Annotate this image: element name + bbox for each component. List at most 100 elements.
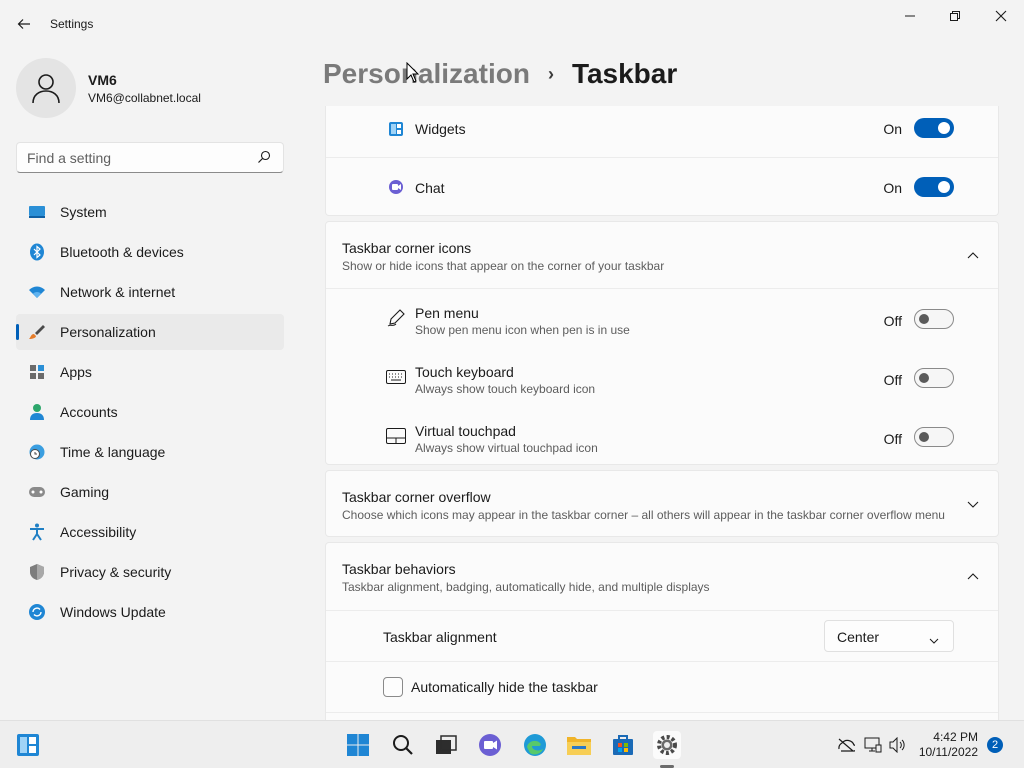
widgets-taskbar-icon[interactable] xyxy=(14,731,42,759)
widgets-state: On xyxy=(883,121,902,137)
title-bar: Settings xyxy=(0,0,1024,48)
sidebar-item-windows-update[interactable]: Windows Update xyxy=(16,594,284,630)
file-explorer-icon[interactable] xyxy=(565,731,593,759)
chat-toggle[interactable] xyxy=(914,177,954,197)
virtual-touchpad-row: Virtual touchpad Always show virtual tou… xyxy=(326,407,998,466)
chat-row: Chat On xyxy=(326,158,998,216)
search-box[interactable] xyxy=(16,142,284,173)
sidebar-item-label: Windows Update xyxy=(60,604,166,620)
sidebar-item-bluetooth[interactable]: Bluetooth & devices xyxy=(16,234,284,270)
back-arrow-icon[interactable] xyxy=(14,14,34,34)
volume-icon[interactable] xyxy=(888,735,908,755)
bluetooth-icon xyxy=(28,243,46,261)
app-title: Settings xyxy=(50,17,94,31)
touch-keyboard-label: Touch keyboard xyxy=(415,364,514,380)
touch-keyboard-description: Always show touch keyboard icon xyxy=(415,382,596,396)
behaviors-card: Taskbar behaviors Taskbar alignment, bad… xyxy=(325,542,999,722)
sidebar-item-time-language[interactable]: Time & language xyxy=(16,434,284,470)
settings-gear-icon[interactable] xyxy=(653,731,681,759)
chevron-down-icon xyxy=(929,631,941,644)
sidebar-item-label: Apps xyxy=(60,364,92,380)
alignment-dropdown[interactable]: Center xyxy=(824,620,954,652)
sidebar-item-personalization[interactable]: Personalization xyxy=(16,314,284,350)
chevron-up-icon[interactable] xyxy=(966,248,980,262)
breadcrumb-chevron-icon: › xyxy=(547,63,554,84)
brush-icon xyxy=(28,323,46,341)
keyboard-icon xyxy=(386,367,406,387)
corner-icons-card: Taskbar corner icons Show or hide icons … xyxy=(325,221,999,465)
chat-icon xyxy=(386,177,406,197)
apps-icon xyxy=(28,363,46,381)
chat-label: Chat xyxy=(415,180,445,196)
breadcrumb-parent[interactable]: Personalization xyxy=(323,58,530,90)
task-view-icon[interactable] xyxy=(432,731,460,759)
network-disconnected-icon[interactable] xyxy=(836,735,856,755)
shield-icon xyxy=(28,563,46,581)
gamepad-icon xyxy=(28,483,46,501)
section-title: Taskbar corner icons xyxy=(342,240,472,256)
sidebar-item-gaming[interactable]: Gaming xyxy=(16,474,284,510)
touch-keyboard-state: Off xyxy=(883,372,902,388)
behaviors-header[interactable]: Taskbar behaviors Taskbar alignment, bad… xyxy=(326,543,998,609)
sidebar-item-system[interactable]: System xyxy=(16,194,284,230)
touch-keyboard-row: Touch keyboard Always show touch keyboar… xyxy=(326,348,998,407)
pen-menu-label: Pen menu xyxy=(415,305,479,321)
autohide-checkbox[interactable] xyxy=(383,677,403,697)
touch-keyboard-toggle[interactable] xyxy=(914,368,954,388)
widgets-icon xyxy=(386,119,406,139)
virtual-touchpad-toggle[interactable] xyxy=(914,427,954,447)
clock[interactable]: 4:42 PM 10/11/2022 xyxy=(919,730,978,760)
alignment-row: Taskbar alignment Center xyxy=(326,611,998,661)
chat-state: On xyxy=(883,180,902,196)
touchpad-icon xyxy=(386,426,406,446)
corner-overflow-card[interactable]: Taskbar corner overflow Choose which ico… xyxy=(325,470,999,537)
start-icon[interactable] xyxy=(344,731,372,759)
clock-globe-icon xyxy=(28,443,46,461)
notification-badge[interactable]: 2 xyxy=(987,737,1003,753)
pen-menu-row: Pen menu Show pen menu icon when pen is … xyxy=(326,289,998,348)
sidebar-nav: System Bluetooth & devices Network & int… xyxy=(16,194,284,634)
pen-menu-toggle[interactable] xyxy=(914,309,954,329)
widgets-label: Widgets xyxy=(415,121,466,137)
widgets-row: Widgets On xyxy=(326,106,998,158)
clock-date: 10/11/2022 xyxy=(918,745,978,759)
user-name: VM6 xyxy=(88,72,117,88)
search-icon[interactable] xyxy=(389,731,417,759)
sidebar-item-privacy[interactable]: Privacy & security xyxy=(16,554,284,590)
minimize-button[interactable] xyxy=(900,8,920,24)
alignment-value: Center xyxy=(837,629,880,645)
widgets-toggle[interactable] xyxy=(914,118,954,138)
restore-button[interactable] xyxy=(945,8,965,24)
network-icon[interactable] xyxy=(863,735,883,755)
user-email: VM6@collabnet.local xyxy=(88,91,201,105)
section-description: Choose which icons may appear in the tas… xyxy=(342,508,945,522)
section-description: Taskbar alignment, badging, automaticall… xyxy=(342,580,710,594)
sidebar-item-apps[interactable]: Apps xyxy=(16,354,284,390)
virtual-touchpad-state: Off xyxy=(883,431,902,447)
store-icon[interactable] xyxy=(609,731,637,759)
chevron-down-icon[interactable] xyxy=(966,498,980,512)
close-button[interactable] xyxy=(991,8,1011,24)
section-description: Show or hide icons that appear on the co… xyxy=(342,259,665,273)
sidebar-item-accounts[interactable]: Accounts xyxy=(16,394,284,430)
mouse-cursor-icon xyxy=(406,61,420,84)
search-icon[interactable] xyxy=(257,150,273,166)
system-icon xyxy=(28,203,46,221)
edge-icon[interactable] xyxy=(521,731,549,759)
sidebar-item-label: Time & language xyxy=(60,444,166,460)
accessibility-icon xyxy=(28,523,46,541)
chevron-up-icon[interactable] xyxy=(966,569,980,583)
chat-icon[interactable] xyxy=(476,731,504,759)
autohide-label: Automatically hide the taskbar xyxy=(411,679,598,695)
section-title: Taskbar behaviors xyxy=(342,561,456,577)
avatar[interactable] xyxy=(16,58,76,118)
sidebar-item-accessibility[interactable]: Accessibility xyxy=(16,514,284,550)
sidebar-item-label: Accessibility xyxy=(60,524,137,540)
update-icon xyxy=(28,603,46,621)
corner-icons-header[interactable]: Taskbar corner icons Show or hide icons … xyxy=(326,222,998,288)
sidebar-item-network[interactable]: Network & internet xyxy=(16,274,284,310)
sidebar-item-label: Accounts xyxy=(60,404,118,420)
search-input[interactable] xyxy=(17,143,247,172)
pen-icon xyxy=(386,308,406,328)
page-title: Taskbar xyxy=(571,58,678,89)
